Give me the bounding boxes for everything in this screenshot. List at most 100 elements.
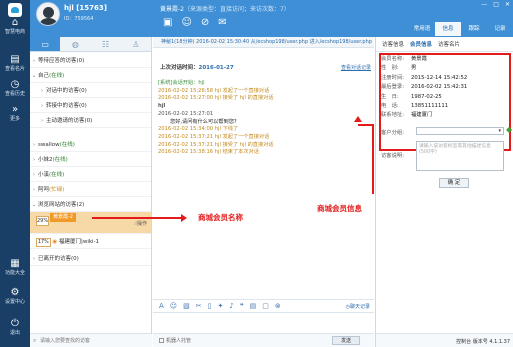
remark-textarea[interactable]: 请输入该访客标签等其他描述信息(500字)	[416, 141, 504, 171]
chevron-right-icon: ›	[32, 256, 36, 262]
card-icon[interactable]: ▣	[163, 17, 172, 29]
message: 2016-02-02 15:37:21 hjl 发起了一个直接对话	[158, 133, 270, 140]
message-compose[interactable]	[153, 314, 374, 334]
shop-icon: ⌂	[11, 17, 19, 28]
group-browsing[interactable]: ⌄ 浏览网站的访客(2)	[30, 198, 151, 212]
group-transferring[interactable]: › 转接中的访客(0)	[30, 99, 151, 113]
tab-track[interactable]: 跟踪	[461, 22, 487, 36]
last-visit: 上次对话时间：2016-01-27	[160, 65, 234, 71]
checkbox[interactable]	[159, 338, 164, 343]
right-tabs: 常用语 信息 跟踪 记录	[409, 22, 513, 36]
operate-button[interactable]: ☝操作	[134, 217, 147, 231]
more-icon: »	[11, 104, 19, 115]
message: [系统]会话开始：hjl	[158, 80, 205, 86]
chat-footer: 机器人托管 发送	[153, 333, 374, 347]
close-icon[interactable]: ✕	[505, 1, 510, 8]
message: hjl	[158, 103, 166, 110]
shake-icon[interactable]: ✦	[217, 302, 223, 310]
group-ahe[interactable]: › 阿呵(忙碌)	[30, 183, 151, 197]
url-bar[interactable]: 神秘1(18分钟) 2016-02-02 15:30:40 从/ecshop19…	[153, 37, 374, 48]
group-xiaoxi[interactable]: › 小溪(在线)	[30, 168, 151, 182]
globe-icon: ◉	[52, 239, 58, 245]
chat-bubble-icon[interactable]: ▭	[30, 37, 61, 51]
logo-icon	[8, 3, 22, 17]
maximize-icon[interactable]: □	[493, 1, 499, 8]
robot-toggle[interactable]: 机器人托管	[159, 337, 191, 344]
sidebar-item-features[interactable]: ▦ 功能大全	[0, 258, 30, 276]
people-icon[interactable]: ☷	[91, 37, 121, 51]
visitor-search: ⌕	[30, 333, 152, 347]
person-add-icon[interactable]: ☺	[181, 17, 191, 29]
screenshot-icon[interactable]: ✂	[196, 302, 202, 310]
chevron-down-icon: ▾	[498, 128, 501, 134]
tab-phrases[interactable]: 常用语	[409, 22, 435, 36]
left-sidebar: ⌂ 智慧电商 ▤ 查看名片 ◷ 查看历史 » 更多 ▦ 功能大全 ⚙ 设置中心 ⏻ 退出	[0, 0, 30, 347]
visitor-search-input[interactable]	[40, 336, 148, 345]
view-record-link[interactable]: 查看对话记录	[341, 64, 371, 71]
sidebar-item-more[interactable]: » 更多	[0, 104, 30, 122]
visitor-item[interactable]: 17% ◉ 福建厦门|wiki-1	[30, 235, 151, 249]
chevron-right-icon: ›	[32, 172, 36, 178]
chevron-right-icon: ›	[32, 157, 36, 163]
person-icon[interactable]: ♙	[121, 37, 151, 51]
ok-button[interactable]: 确 定	[439, 178, 469, 188]
status-bar: 控制台 版本号 4.1.1.37	[376, 333, 513, 347]
group-select[interactable]: ▾	[416, 127, 504, 135]
group-label: 客户分组:	[381, 130, 404, 136]
field-row: 性 别: 男	[381, 65, 417, 72]
annotation-arrow	[92, 214, 187, 222]
avatar[interactable]	[36, 2, 60, 26]
message: 2016-02-02 15:27:01	[158, 110, 214, 117]
chevron-right-icon: ›	[32, 58, 36, 64]
member-fields: 会员名称: 黄景霞 性 别: 男 注册时间: 2015-12-14 15:42:52 …	[381, 55, 511, 121]
visitor-title: 黄景霞-2（来源类型：直接访问；来访次数：7）	[160, 6, 290, 13]
search-icon: ⌕	[33, 337, 37, 344]
sidebar-item-card[interactable]: ▤ 查看名片	[0, 54, 30, 72]
quote-icon[interactable]: ❝	[240, 302, 244, 310]
font-icon[interactable]: A	[159, 302, 164, 310]
note-icon[interactable]: ▤	[250, 302, 257, 310]
tab-member-info[interactable]: 会员信息	[410, 40, 432, 48]
history-icon: ◷	[10, 79, 20, 90]
chat-history-link[interactable]: ◷聊天记录	[346, 303, 370, 310]
group-waiting[interactable]: › 等待应答的访客(0)	[30, 54, 151, 68]
visitor-name-label: 黄景霞-2	[50, 213, 76, 222]
tab-record[interactable]: 记录	[487, 22, 513, 36]
tab-visitor-card[interactable]: 访客名片	[438, 40, 460, 48]
sidebar-item-settings[interactable]: ⚙ 设置中心	[0, 287, 30, 305]
field-row: 生 日: 1987-02-25	[381, 93, 442, 100]
send-button[interactable]: 发送	[332, 336, 360, 345]
top-header: hjl [15763] ID：759564 黄景霞-2（来源类型：直接访问；来访…	[30, 0, 513, 37]
group-left[interactable]: › 已离开的访客(0)	[30, 252, 151, 266]
image-icon[interactable]: ▧	[183, 302, 190, 310]
conversation-panel: 神秘1(18分钟) 2016-02-02 15:30:40 从/ecshop19…	[153, 37, 374, 347]
group-self[interactable]: ⌄ 自己(在线)	[30, 69, 151, 83]
message: 2016-02-02 15:38:16 hjl 结束了本次对话	[158, 149, 259, 156]
ticket-icon[interactable]: ▢	[262, 302, 269, 310]
sidebar-item-history[interactable]: ◷ 查看历史	[0, 79, 30, 97]
group-swallow[interactable]: › swallow(在线)	[30, 138, 151, 152]
group-chatting[interactable]: › 对话中的访客(0)	[30, 84, 151, 98]
block-icon[interactable]: ⊘	[201, 17, 209, 29]
mail-icon[interactable]: ✉	[218, 17, 226, 29]
chat-toolbar: A ☺ ▧ ✂ ▯ ✦ ♪ ❝ ▤ ▢ ⊗ ◷聊天记录	[153, 299, 374, 313]
percent-badge: 17%	[36, 238, 51, 247]
sidebar-item-shop[interactable]: ⌂ 智慧电商	[0, 17, 30, 35]
tab-visitor-info[interactable]: 访客信息	[382, 40, 404, 48]
add-icon[interactable]: ◆	[506, 126, 513, 134]
message: 2016-02-02 15:34:00 hjl 下线了	[158, 126, 239, 133]
tab-info[interactable]: 信息	[435, 22, 461, 36]
visitor-tabs: ▭ ◍ ☷ ♙	[30, 37, 151, 52]
emoji-icon[interactable]: ☺	[170, 302, 177, 310]
mic-icon[interactable]: ♪	[229, 302, 233, 310]
globe-icon[interactable]: ◍	[60, 37, 90, 51]
stop-icon[interactable]: ⊗	[275, 302, 281, 310]
app-window: ⌂ 智慧电商 ▤ 查看名片 ◷ 查看历史 » 更多 ▦ 功能大全 ⚙ 设置中心 ⏻ 退出 hj…	[0, 0, 513, 347]
minimize-icon[interactable]: —	[481, 1, 487, 8]
visitor-item-selected[interactable]: 29% 黄景霞-2 ☝操作	[30, 212, 151, 234]
group-invited[interactable]: › 主动邀请的访客(0)	[30, 114, 151, 128]
group-xiaomei2[interactable]: › 小妹2(在线)	[30, 153, 151, 167]
file-icon[interactable]: ▯	[208, 302, 212, 310]
annotation-line	[372, 124, 374, 194]
sidebar-item-exit[interactable]: ⏻ 退出	[0, 318, 30, 336]
